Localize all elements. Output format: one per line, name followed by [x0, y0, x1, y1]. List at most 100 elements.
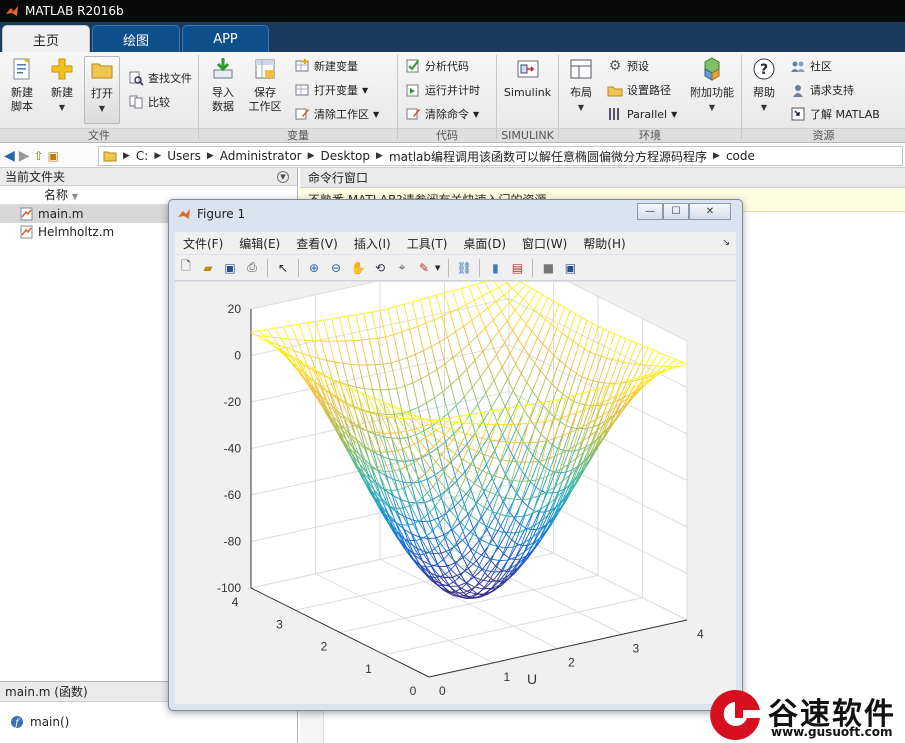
import-icon [213, 58, 233, 79]
crumb-item[interactable]: Desktop [321, 149, 371, 163]
hide-plot-tools-icon[interactable]: ■ [539, 259, 557, 277]
show-plot-tools-icon[interactable]: ▣ [561, 259, 579, 277]
rotate-3d-icon[interactable]: ⟲ [371, 259, 389, 277]
community-button[interactable]: 社区 [790, 58, 832, 74]
chevron-down-icon[interactable]: ▼ [435, 264, 440, 272]
back-arrow-icon[interactable]: ◀ [4, 148, 15, 164]
crumb-item[interactable]: C: [136, 149, 148, 163]
brush-icon[interactable]: ✎ [415, 259, 433, 277]
crumb-item[interactable]: code [726, 149, 755, 163]
chevron-right-icon: ▶ [123, 151, 130, 161]
zoom-in-icon[interactable]: ⊕ [305, 259, 323, 277]
save-workspace-label: 保存 工作区 [248, 86, 282, 113]
open-variable-button[interactable]: 打开变量 ▼ [294, 82, 368, 98]
z-tick-label: 20 [228, 302, 242, 316]
simulink-label: Simulink [503, 86, 552, 99]
up-folder-icon[interactable]: ⇧ [34, 149, 44, 163]
new-variable-button[interactable]: 新建变量 [294, 58, 358, 74]
minimize-button[interactable]: — [637, 203, 663, 220]
help-icon: ? [753, 58, 775, 80]
zoom-out-icon[interactable]: ⊖ [327, 259, 345, 277]
pan-icon[interactable]: ✋ [349, 259, 367, 277]
open-label: 打开 [91, 87, 113, 100]
pointer-icon[interactable]: ↖ [274, 259, 292, 277]
parallel-label: Parallel [627, 107, 668, 121]
data-cursor-icon[interactable]: ⌖ [393, 259, 411, 277]
add-ons-button[interactable]: 附加功能 ▼ [688, 56, 736, 115]
menu-file[interactable]: 文件(F) [183, 235, 223, 252]
menu-desktop[interactable]: 桌面(D) [463, 235, 506, 252]
close-button[interactable]: ✕ [689, 203, 731, 220]
gusu-logo-icon [710, 689, 760, 740]
crumb-item[interactable]: Users [167, 149, 201, 163]
save-workspace-button[interactable]: 保存 工作区 [246, 56, 284, 114]
colorbar-icon[interactable]: ▮ [486, 259, 504, 277]
import-data-button[interactable]: 导入 数据 [204, 56, 242, 114]
run-and-time-button[interactable]: 运行并计时 [405, 82, 480, 98]
mesh-line [463, 422, 472, 425]
layout-label: 布局 [570, 86, 592, 99]
browse-folder-icon[interactable]: ▣ [48, 149, 59, 163]
file-name: main.m [38, 207, 84, 221]
help-button[interactable]: ? 帮助 ▼ [746, 56, 782, 115]
crumb-item[interactable]: matlab编程调用该函数可以解任意椭圆偏微分方程源码程序 [389, 148, 707, 165]
open-button[interactable]: 打开 ▼ [84, 56, 120, 124]
layout-button[interactable]: 布局 ▼ [564, 56, 598, 115]
menu-insert[interactable]: 插入(I) [354, 235, 391, 252]
panel-actions-icon[interactable]: ▼ [277, 171, 289, 183]
menu-tools[interactable]: 工具(T) [407, 235, 448, 252]
mesh-line [416, 502, 425, 504]
tab-plots[interactable]: 绘图 [92, 25, 180, 52]
simulink-icon [517, 60, 538, 78]
mesh-line [510, 531, 520, 534]
figure-title: Figure 1 [197, 207, 246, 221]
menu-help[interactable]: 帮助(H) [583, 235, 625, 252]
forward-arrow-icon[interactable]: ▶ [19, 148, 30, 164]
menu-window[interactable]: 窗口(W) [522, 235, 567, 252]
mesh-line [397, 460, 406, 462]
open-file-icon[interactable]: ▰ [199, 259, 217, 277]
chevron-down-icon: ▼ [373, 109, 380, 119]
request-support-label: 请求支持 [810, 84, 854, 97]
title-bar: MATLAB R2016b [0, 0, 905, 22]
new-figure-icon[interactable]: 🗋 [177, 259, 195, 277]
compare-label: 比较 [148, 96, 170, 109]
simulink-button[interactable]: Simulink [500, 56, 555, 100]
find-files-button[interactable]: 查找文件 [128, 70, 192, 86]
new-button[interactable]: 新建 ▼ [44, 56, 80, 115]
menu-overflow-icon[interactable]: ↘ [722, 238, 730, 248]
tab-home[interactable]: 主页 [2, 25, 90, 52]
open-variable-icon [295, 84, 309, 96]
m-file-icon [20, 225, 33, 239]
breadcrumb[interactable]: ▶ C: ▶ Users ▶ Administrator ▶ Desktop ▶… [98, 146, 903, 166]
function-icon: f [11, 716, 23, 729]
group-label-simulink: SIMULINK [497, 128, 558, 142]
function-item[interactable]: f main() [0, 710, 298, 734]
menu-view[interactable]: 查看(V) [296, 235, 338, 252]
link-plot-icon[interactable]: ⛓ [455, 259, 473, 277]
menu-edit[interactable]: 编辑(E) [239, 235, 280, 252]
learn-matlab-button[interactable]: 了解 MATLAB [790, 106, 880, 122]
parallel-button[interactable]: Parallel ▼ [607, 106, 677, 122]
chevron-right-icon: ▶ [307, 151, 315, 161]
maximize-button[interactable]: ☐ [663, 203, 689, 220]
mesh-line [386, 451, 393, 453]
print-icon[interactable]: ⎙ [243, 259, 261, 277]
set-path-button[interactable]: 设置路径 [607, 82, 671, 98]
new-script-button[interactable]: 新建 脚本 [4, 56, 40, 114]
svg-text:?: ? [760, 62, 768, 78]
tab-apps[interactable]: APP [182, 25, 269, 52]
clear-workspace-button[interactable]: 清除工作区 ▼ [294, 106, 379, 122]
analyze-code-button[interactable]: 分析代码 [405, 58, 469, 74]
compare-button[interactable]: 比较 [128, 94, 170, 110]
z-tick-label: -40 [224, 442, 242, 456]
find-files-label: 查找文件 [148, 72, 192, 85]
request-support-button[interactable]: 请求支持 [790, 82, 854, 98]
clear-commands-button[interactable]: 清除命令 ▼ [405, 106, 479, 122]
save-icon[interactable]: ▣ [221, 259, 239, 277]
crumb-item[interactable]: Administrator [220, 149, 302, 163]
surface-plot[interactable]: 0123401234-100-80-60-40-20020 U [175, 251, 736, 704]
file-name: Helmholtz.m [38, 225, 115, 239]
preferences-button[interactable]: ⚙ 预设 [607, 58, 649, 74]
legend-icon[interactable]: ▤ [508, 259, 526, 277]
